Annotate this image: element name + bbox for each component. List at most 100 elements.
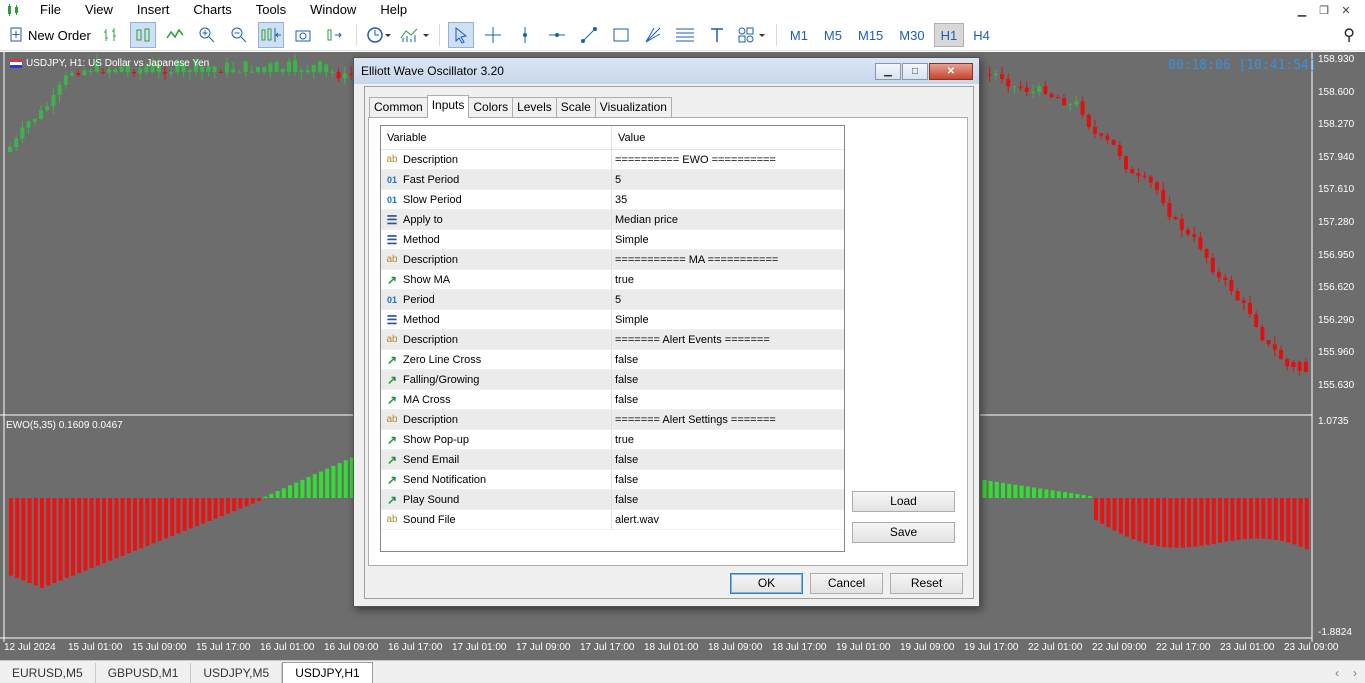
input-value[interactable]: false xyxy=(612,450,844,469)
tab-common[interactable]: Common xyxy=(369,97,428,117)
chart-tab-eurusd-m5[interactable]: EURUSD,M5 xyxy=(0,663,96,683)
input-value[interactable]: ========== EWO ========== xyxy=(612,150,844,169)
column-value[interactable]: Value xyxy=(612,126,844,149)
load-button[interactable]: Load xyxy=(852,491,955,512)
input-value[interactable]: =========== MA =========== xyxy=(612,250,844,269)
column-variable[interactable]: Variable xyxy=(381,126,612,149)
line-chart-button[interactable] xyxy=(162,22,188,48)
chart-shift-button[interactable] xyxy=(257,22,284,48)
input-row[interactable]: 01 Slow Period 35 xyxy=(381,190,844,210)
candlestick-button[interactable] xyxy=(129,22,156,48)
input-value[interactable]: false xyxy=(612,370,844,389)
shapes-button[interactable] xyxy=(736,22,768,48)
input-row[interactable]: ab Description ======= Alert Events ======… xyxy=(381,330,844,350)
menu-window[interactable]: Window xyxy=(298,0,368,20)
menu-file[interactable]: File xyxy=(28,0,73,20)
vertical-line-button[interactable] xyxy=(512,22,538,48)
ok-button[interactable]: OK xyxy=(730,573,803,594)
tab-visualization[interactable]: Visualization xyxy=(594,97,672,117)
input-row[interactable]: ab Description =========== MA =========== xyxy=(381,250,844,270)
input-row[interactable]: ab Description ========== EWO ========== xyxy=(381,150,844,170)
input-row[interactable]: ↗ Play Sound false xyxy=(381,490,844,510)
input-row[interactable]: 01 Period 5 xyxy=(381,290,844,310)
dialog-minimize-icon[interactable]: ▁ xyxy=(875,62,901,80)
input-value[interactable]: Simple xyxy=(612,310,844,329)
menu-charts[interactable]: Charts xyxy=(181,0,243,20)
input-value[interactable]: true xyxy=(612,430,844,449)
input-value[interactable]: 5 xyxy=(612,290,844,309)
chart-tab-usdjpy-m5[interactable]: USDJPY,M5 xyxy=(191,663,283,683)
cursor-button[interactable] xyxy=(447,22,474,48)
input-value[interactable]: Median price xyxy=(612,210,844,229)
timeframe-h4[interactable]: H4 xyxy=(966,23,997,47)
gann-fan-button[interactable] xyxy=(640,22,666,48)
timeframe-m15[interactable]: M15 xyxy=(851,23,890,47)
input-row[interactable]: ↗ Show Pop-up true xyxy=(381,430,844,450)
chart-tab-usdjpy-h1[interactable]: USDJPY,H1 xyxy=(282,662,373,683)
close-icon[interactable]: ✕ xyxy=(1335,4,1357,17)
input-value[interactable]: Simple xyxy=(612,230,844,249)
timeframe-h1[interactable]: H1 xyxy=(933,23,965,47)
menu-insert[interactable]: Insert xyxy=(125,0,182,20)
cancel-button[interactable]: Cancel xyxy=(810,573,883,594)
menu-tools[interactable]: Tools xyxy=(244,0,298,20)
tab-levels[interactable]: Levels xyxy=(512,97,557,117)
input-value[interactable]: alert.wav xyxy=(612,510,844,529)
input-row[interactable]: ↗ Falling/Growing false xyxy=(381,370,844,390)
rectangle-button[interactable] xyxy=(608,22,634,48)
chart-tab-gbpusd-m1[interactable]: GBPUSD,M1 xyxy=(96,663,192,683)
restore-icon[interactable]: ❐ xyxy=(1313,4,1335,17)
dialog-titlebar[interactable]: Elliott Wave Oscillator 3.20 ▁ □ ✕ xyxy=(354,58,979,84)
input-row[interactable]: ↗ MA Cross false xyxy=(381,390,844,410)
candle-body xyxy=(70,73,74,76)
input-row[interactable]: 01 Fast Period 5 xyxy=(381,170,844,190)
bar-chart-button[interactable] xyxy=(98,22,124,48)
input-value[interactable]: 35 xyxy=(612,190,844,209)
horizontal-line-button[interactable] xyxy=(544,22,570,48)
input-row[interactable]: ↗ Send Notification false xyxy=(381,470,844,490)
new-order-button[interactable]: New Order xyxy=(9,22,92,48)
input-value[interactable]: 5 xyxy=(612,170,844,189)
minimize-icon[interactable]: ▁ xyxy=(1291,4,1313,17)
trendline-button[interactable] xyxy=(576,22,602,48)
input-row[interactable]: ☰ Apply to Median price xyxy=(381,210,844,230)
input-row[interactable]: ↗ Send Email false xyxy=(381,450,844,470)
timeframe-m1[interactable]: M1 xyxy=(783,23,815,47)
timeframe-m30[interactable]: M30 xyxy=(892,23,931,47)
input-value[interactable]: false xyxy=(612,390,844,409)
input-value[interactable]: ======= Alert Settings ======= xyxy=(612,410,844,429)
input-value[interactable]: false xyxy=(612,350,844,369)
input-row[interactable]: ☰ Method Simple xyxy=(381,230,844,250)
text-button[interactable] xyxy=(704,22,730,48)
timeframe-m5[interactable]: M5 xyxy=(817,23,849,47)
crosshair-button[interactable] xyxy=(480,22,506,48)
autoscroll-button[interactable] xyxy=(322,22,348,48)
dialog-maximize-icon[interactable]: □ xyxy=(902,62,928,80)
tab-scale[interactable]: Scale xyxy=(555,97,596,117)
input-row[interactable]: ab Description ======= Alert Settings ====… xyxy=(381,410,844,430)
input-row[interactable]: ↗ Zero Line Cross false xyxy=(381,350,844,370)
menu-help[interactable]: Help xyxy=(368,0,419,20)
periods-button[interactable] xyxy=(365,22,393,48)
tab-inputs[interactable]: Inputs xyxy=(426,95,470,118)
screenshot-button[interactable] xyxy=(290,22,316,48)
input-row[interactable]: ab Sound File alert.wav xyxy=(381,510,844,530)
tab-colors[interactable]: Colors xyxy=(468,97,514,117)
input-value[interactable]: false xyxy=(612,470,844,489)
input-value[interactable]: ======= Alert Events ======= xyxy=(612,330,844,349)
scroll-left-icon[interactable]: ‹ xyxy=(1335,666,1339,680)
save-button[interactable]: Save xyxy=(852,522,955,543)
input-value[interactable]: false xyxy=(612,490,844,509)
zoom-in-button[interactable] xyxy=(194,22,220,48)
input-value[interactable]: true xyxy=(612,270,844,289)
dialog-close-icon[interactable]: ✕ xyxy=(929,62,973,80)
indicators-button[interactable] xyxy=(399,22,431,48)
input-row[interactable]: ↗ Show MA true xyxy=(381,270,844,290)
input-row[interactable]: ☰ Method Simple xyxy=(381,310,844,330)
menu-view[interactable]: View xyxy=(73,0,125,20)
reset-button[interactable]: Reset xyxy=(890,573,963,594)
channel-button[interactable] xyxy=(672,22,698,48)
search-icon[interactable]: ⚲ xyxy=(1343,25,1355,45)
scroll-right-icon[interactable]: › xyxy=(1353,666,1357,680)
zoom-out-button[interactable] xyxy=(226,22,252,48)
